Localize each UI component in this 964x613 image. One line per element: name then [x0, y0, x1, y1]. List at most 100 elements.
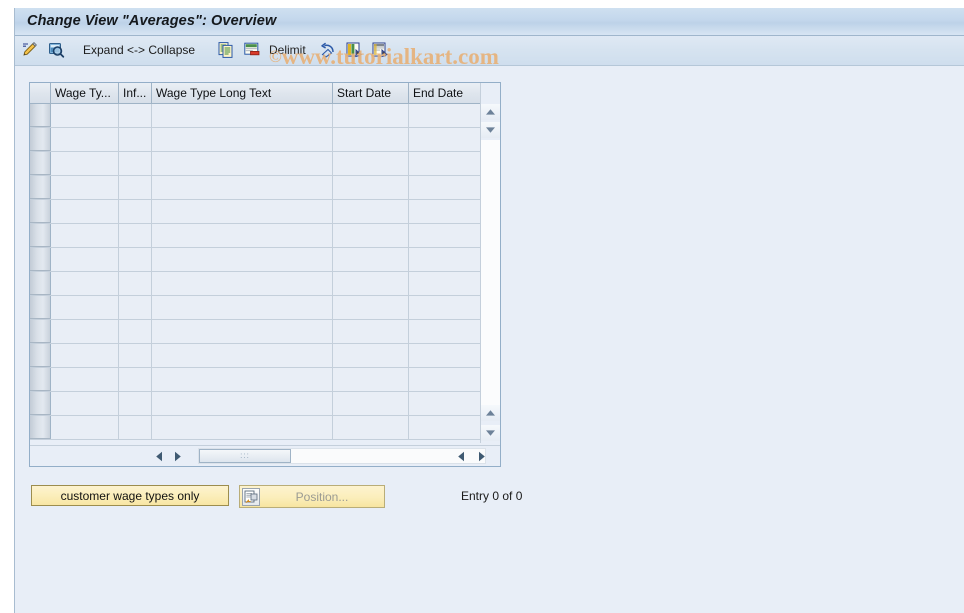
table-cell[interactable]	[333, 416, 409, 439]
table-cell[interactable]	[333, 392, 409, 415]
toolbar-display-detail-button[interactable]	[45, 40, 69, 62]
row-selector-cell[interactable]	[30, 272, 51, 295]
toolbar-select-all-button[interactable]	[343, 40, 367, 62]
row-selector-cell[interactable]	[30, 296, 51, 319]
grid-header-start-date[interactable]: Start Date	[333, 83, 409, 104]
table-row[interactable]	[30, 392, 500, 416]
table-cell[interactable]	[152, 344, 333, 367]
position-button[interactable]: Position...	[239, 485, 385, 508]
table-cell[interactable]	[409, 104, 481, 127]
toolbar-undo-button[interactable]	[317, 40, 341, 62]
table-cell[interactable]	[119, 128, 152, 151]
table-cell[interactable]	[119, 320, 152, 343]
table-cell[interactable]	[51, 128, 119, 151]
grid-header-end-date[interactable]: End Date	[409, 83, 481, 104]
table-row[interactable]	[30, 176, 500, 200]
table-cell[interactable]	[333, 200, 409, 223]
table-cell[interactable]	[119, 224, 152, 247]
table-cell[interactable]	[409, 152, 481, 175]
table-cell[interactable]	[119, 272, 152, 295]
table-cell[interactable]	[409, 392, 481, 415]
grid-header-select-all-corner[interactable]	[30, 83, 51, 104]
table-cell[interactable]	[333, 128, 409, 151]
table-cell[interactable]	[409, 248, 481, 271]
grid-header-wage-type[interactable]: Wage Ty...	[51, 83, 119, 104]
table-cell[interactable]	[51, 248, 119, 271]
horizontal-scroll-thumb[interactable]: :::	[199, 449, 291, 463]
vertical-scroll-track[interactable]	[481, 140, 500, 405]
row-selector-cell[interactable]	[30, 224, 51, 247]
table-cell[interactable]	[409, 128, 481, 151]
table-cell[interactable]	[152, 128, 333, 151]
table-cell[interactable]	[119, 344, 152, 367]
horizontal-scroll-track[interactable]: :::	[198, 448, 486, 464]
table-cell[interactable]	[409, 320, 481, 343]
table-cell[interactable]	[409, 344, 481, 367]
table-cell[interactable]	[119, 296, 152, 319]
table-cell[interactable]	[51, 416, 119, 439]
table-cell[interactable]	[152, 296, 333, 319]
table-cell[interactable]	[333, 224, 409, 247]
table-cell[interactable]	[51, 272, 119, 295]
row-selector-cell[interactable]	[30, 320, 51, 343]
row-selector-cell[interactable]	[30, 344, 51, 367]
table-cell[interactable]	[152, 320, 333, 343]
grid-vertical-scrollbar[interactable]	[480, 83, 500, 443]
table-cell[interactable]	[409, 296, 481, 319]
toolbar-display-change-button[interactable]	[19, 40, 43, 62]
row-selector-cell[interactable]	[30, 200, 51, 223]
table-row[interactable]	[30, 104, 500, 128]
table-cell[interactable]	[51, 344, 119, 367]
table-cell[interactable]	[51, 320, 119, 343]
toolbar-deselect-all-button[interactable]	[369, 40, 393, 62]
page-up-icon[interactable]	[481, 405, 500, 421]
row-selector-cell[interactable]	[30, 104, 51, 127]
table-cell[interactable]	[51, 224, 119, 247]
scroll-far-right-icon[interactable]	[474, 448, 489, 464]
table-cell[interactable]	[409, 272, 481, 295]
table-cell[interactable]	[51, 176, 119, 199]
table-cell[interactable]	[119, 248, 152, 271]
table-cell[interactable]	[119, 368, 152, 391]
table-row[interactable]	[30, 368, 500, 392]
table-cell[interactable]	[333, 152, 409, 175]
row-selector-cell[interactable]	[30, 152, 51, 175]
table-cell[interactable]	[333, 176, 409, 199]
table-cell[interactable]	[333, 368, 409, 391]
table-cell[interactable]	[152, 392, 333, 415]
table-cell[interactable]	[333, 248, 409, 271]
table-cell[interactable]	[409, 176, 481, 199]
table-row[interactable]	[30, 344, 500, 368]
table-cell[interactable]	[119, 176, 152, 199]
table-cell[interactable]	[152, 248, 333, 271]
scroll-up-icon[interactable]	[481, 104, 500, 120]
table-cell[interactable]	[119, 104, 152, 127]
table-cell[interactable]	[152, 368, 333, 391]
grid-horizontal-scrollbar[interactable]: :::	[30, 445, 500, 466]
grid-header-wage-type-long-text[interactable]: Wage Type Long Text	[152, 83, 333, 104]
table-row[interactable]	[30, 200, 500, 224]
table-cell[interactable]	[152, 104, 333, 127]
table-cell[interactable]	[333, 296, 409, 319]
row-selector-cell[interactable]	[30, 368, 51, 391]
table-cell[interactable]	[119, 200, 152, 223]
table-cell[interactable]	[333, 344, 409, 367]
page-down-icon[interactable]	[481, 425, 500, 441]
table-cell[interactable]	[119, 152, 152, 175]
table-cell[interactable]	[152, 272, 333, 295]
toolbar-copy-as-button[interactable]	[215, 40, 239, 62]
row-selector-cell[interactable]	[30, 392, 51, 415]
table-cell[interactable]	[51, 200, 119, 223]
table-cell[interactable]	[51, 368, 119, 391]
table-cell[interactable]	[51, 392, 119, 415]
table-row[interactable]	[30, 248, 500, 272]
table-row[interactable]	[30, 416, 500, 440]
table-row[interactable]	[30, 272, 500, 296]
table-cell[interactable]	[51, 296, 119, 319]
grid-header-infotype[interactable]: Inf...	[119, 83, 152, 104]
table-cell[interactable]	[333, 320, 409, 343]
scroll-far-left-icon[interactable]	[454, 448, 469, 464]
row-selector-cell[interactable]	[30, 176, 51, 199]
table-cell[interactable]	[409, 368, 481, 391]
row-selector-cell[interactable]	[30, 128, 51, 151]
